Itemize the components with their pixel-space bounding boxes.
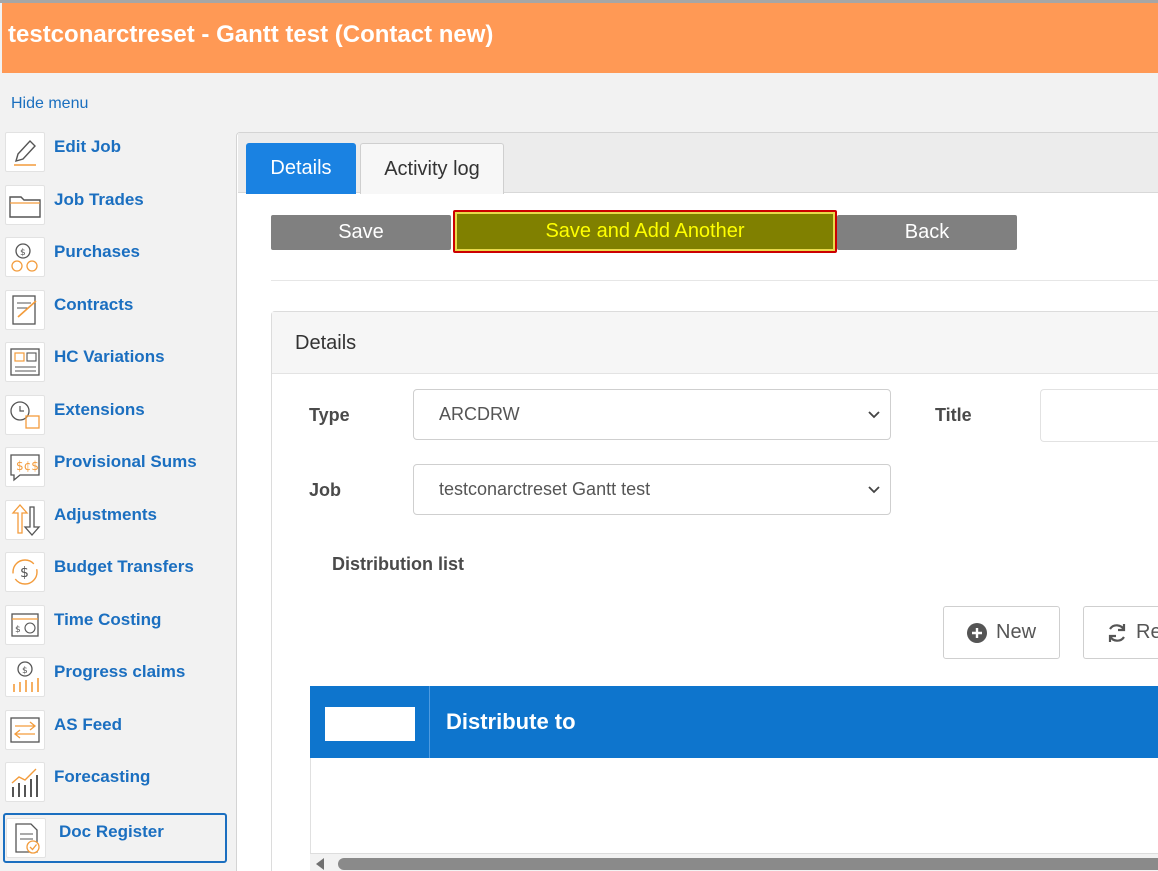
sidebar-item-job-trades[interactable]: Job Trades — [2, 180, 232, 233]
sidebar-item-doc-register[interactable]: Doc Register — [3, 812, 227, 863]
column-divider — [429, 686, 430, 758]
save-and-add-another-button[interactable]: Save and Add Another — [453, 210, 837, 253]
sidebar-item-label: Time Costing — [54, 609, 162, 629]
doc-check-icon — [6, 817, 46, 858]
job-select[interactable]: testconarctreset Gantt test — [413, 464, 891, 515]
distribution-list-label: Distribution list — [332, 554, 464, 574]
transfer-doc-icon — [5, 709, 45, 750]
sidebar-item-label: Purchases — [54, 242, 140, 261]
sidebar-item-label: Doc Register — [59, 821, 164, 841]
dollar-chat-icon: $¢$ — [5, 447, 45, 487]
tab-bar: Details Activity log — [238, 133, 1158, 194]
title-label: Title — [935, 405, 972, 425]
svg-text:$¢$: $¢$ — [16, 459, 39, 473]
dollar-cycle-icon: $ — [5, 552, 45, 592]
svg-text:$: $ — [15, 625, 21, 635]
svg-text:$: $ — [20, 565, 29, 581]
svg-text:$: $ — [22, 666, 28, 676]
contract-icon — [5, 289, 45, 330]
sidebar-item-contracts[interactable]: Contracts — [2, 285, 232, 338]
main-content: Details Activity log Save Save and Add A… — [236, 132, 1158, 871]
folder-icon — [5, 184, 45, 225]
horizontal-scrollbar[interactable] — [310, 853, 1158, 871]
sidebar-item-adjustments[interactable]: Adjustments — [2, 495, 232, 548]
tab-details[interactable]: Details — [246, 143, 356, 194]
up-down-arrows-icon — [5, 499, 45, 540]
column-header-distribute-to[interactable]: Distribute to — [446, 709, 576, 735]
hide-menu-link[interactable]: Hide menu — [11, 95, 88, 113]
sidebar-item-label: Extensions — [54, 399, 145, 419]
new-button[interactable]: New — [943, 606, 1060, 659]
svg-text:$: $ — [20, 248, 26, 258]
sidebar-item-extensions[interactable]: Extensions — [2, 390, 232, 443]
details-panel-title: Details — [295, 332, 357, 354]
sidebar-item-label: Progress claims — [54, 662, 186, 681]
sidebar-item-label: Budget Transfers — [54, 557, 194, 576]
distribution-grid-header: Distribute to — [310, 686, 1158, 758]
refresh-button[interactable]: Re — [1083, 606, 1158, 659]
calculator-icon — [5, 342, 45, 382]
type-label: Type — [309, 405, 350, 425]
job-label: Job — [309, 480, 342, 500]
time-money-icon: $ — [5, 604, 45, 645]
page-title: testconarctreset - Gantt test (Contact n… — [8, 21, 494, 48]
sidebar-item-label: Edit Job — [54, 137, 122, 156]
sidebar-item-budget-transfers[interactable]: $ Budget Transfers — [2, 547, 232, 600]
save-button[interactable]: Save — [271, 215, 451, 250]
page-header: testconarctreset - Gantt test (Contact n… — [2, 3, 1158, 73]
pencil-icon — [5, 132, 45, 172]
sidebar-item-label: Adjustments — [54, 504, 157, 524]
sidebar-item-label: HC Variations — [54, 347, 165, 366]
select-all-checkbox[interactable] — [325, 707, 415, 741]
sidebar-item-time-costing[interactable]: $ Time Costing — [2, 600, 232, 653]
growth-chart-icon — [5, 762, 45, 802]
sidebar-item-label: Forecasting — [54, 767, 151, 786]
sidebar-item-label: Job Trades — [54, 189, 144, 209]
sidebar: Edit Job Job Trades $ Purchases Contract… — [2, 127, 232, 863]
sidebar-item-label: AS Feed — [54, 714, 123, 734]
toolbar-divider — [271, 280, 1158, 281]
chevron-down-icon — [868, 486, 880, 494]
sidebar-item-label: Provisional Sums — [54, 452, 197, 471]
type-select-value: ARCDRW — [439, 404, 520, 424]
chevron-down-icon — [868, 411, 880, 419]
job-select-value: testconarctreset Gantt test — [439, 479, 651, 499]
new-button-label: New — [996, 621, 1037, 643]
sidebar-item-label: Contracts — [54, 294, 134, 314]
plus-circle-icon — [967, 623, 987, 643]
progress-coins-icon: $ — [5, 657, 45, 697]
sidebar-item-edit-job[interactable]: Edit Job — [2, 127, 232, 180]
title-input[interactable] — [1040, 389, 1158, 442]
clock-calendar-icon — [5, 394, 45, 435]
distribution-grid-body — [310, 758, 1158, 853]
sidebar-item-progress-claims[interactable]: $ Progress claims — [2, 652, 232, 705]
back-button[interactable]: Back — [837, 215, 1017, 250]
sidebar-item-purchases[interactable]: $ Purchases — [2, 232, 232, 285]
tab-activity-log[interactable]: Activity log — [360, 143, 504, 194]
refresh-icon — [1108, 624, 1126, 642]
scroll-left-icon[interactable] — [316, 858, 324, 870]
sidebar-item-forecasting[interactable]: Forecasting — [2, 757, 232, 810]
refresh-button-label: Re — [1136, 621, 1158, 643]
sidebar-item-hc-variations[interactable]: HC Variations — [2, 337, 232, 390]
scrollbar-thumb[interactable] — [338, 858, 1158, 870]
sidebar-item-provisional-sums[interactable]: $¢$ Provisional Sums — [2, 442, 232, 495]
details-panel-header: Details — [272, 312, 1158, 374]
sidebar-item-as-feed[interactable]: AS Feed — [2, 705, 232, 758]
type-select[interactable]: ARCDRW — [413, 389, 891, 440]
coins-icon: $ — [5, 237, 45, 277]
